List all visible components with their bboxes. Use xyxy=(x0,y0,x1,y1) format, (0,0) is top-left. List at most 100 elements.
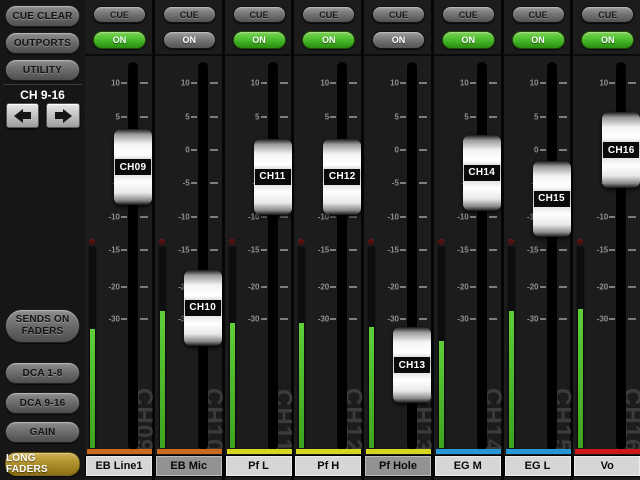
fader-tick-right xyxy=(419,318,427,320)
fader-tick-left xyxy=(330,82,336,84)
fader-track[interactable] xyxy=(268,62,278,450)
on-button[interactable]: ON xyxy=(233,31,286,49)
sidebar-divider xyxy=(3,84,82,85)
fader-cap[interactable]: CH11 xyxy=(254,139,292,215)
cue-button[interactable]: CUE xyxy=(93,6,146,23)
fader-cap[interactable]: CH09 xyxy=(114,129,152,205)
long-faders-button[interactable]: LONG FADERS xyxy=(5,452,80,476)
fader-tick-right xyxy=(210,116,218,118)
fader-tick-right xyxy=(210,82,218,84)
cue-button[interactable]: CUE xyxy=(233,6,286,23)
on-button[interactable]: ON xyxy=(302,31,355,49)
bank-next-button[interactable] xyxy=(46,103,80,128)
fader-tick-left xyxy=(121,216,127,218)
fader-scale-label: 10 xyxy=(581,78,608,87)
cue-button[interactable]: CUE xyxy=(512,6,565,23)
fader-cap-label: CH11 xyxy=(255,169,291,185)
fader-track[interactable] xyxy=(337,62,347,450)
fader-tick-left xyxy=(400,182,406,184)
fader-scale-label: -15 xyxy=(372,246,399,255)
fader-scale-label: 0 xyxy=(512,146,539,155)
fader-scale-label: -15 xyxy=(233,246,260,255)
clip-indicator xyxy=(508,239,514,245)
on-button[interactable]: ON xyxy=(93,31,146,49)
cue-button[interactable]: CUE xyxy=(442,6,495,23)
fader-cap[interactable]: CH15 xyxy=(533,161,571,237)
channel-name[interactable]: Pf H xyxy=(295,456,361,476)
fader-tick-right xyxy=(210,249,218,251)
level-meter xyxy=(159,247,166,448)
outports-button[interactable]: OUTPORTS xyxy=(5,32,80,54)
fader-tick-right xyxy=(280,82,288,84)
fader-cap[interactable]: CH14 xyxy=(463,135,501,211)
channel-name[interactable]: Pf Hole xyxy=(365,456,431,476)
fader-tick-left xyxy=(400,82,406,84)
fader-scale-label: -20 xyxy=(372,283,399,292)
fader-tick-left xyxy=(261,249,267,251)
fader-tick-left xyxy=(540,318,546,320)
gain-button[interactable]: GAIN xyxy=(5,421,80,443)
dca-9-16-button[interactable]: DCA 9-16 xyxy=(5,392,80,414)
fader-tick-right xyxy=(349,249,357,251)
fader-tick-right xyxy=(628,216,636,218)
on-button[interactable]: ON xyxy=(163,31,216,49)
channel-color-bar xyxy=(87,449,152,454)
fader-cap-label: CH10 xyxy=(185,300,221,316)
fader-scale-label: -30 xyxy=(442,314,469,323)
fader-tick-right xyxy=(489,286,497,288)
on-button[interactable]: ON xyxy=(372,31,425,49)
channel-name[interactable]: EB Mic xyxy=(156,456,222,476)
fader-tick-right xyxy=(210,149,218,151)
fader-tick-right xyxy=(140,249,148,251)
utility-button[interactable]: UTILITY xyxy=(5,59,80,81)
fader-cap[interactable]: CH12 xyxy=(323,139,361,215)
fader-scale-label: -10 xyxy=(581,212,608,221)
channel-name[interactable]: Pf L xyxy=(226,456,292,476)
fader-scale-label: -20 xyxy=(442,283,469,292)
channel-name[interactable]: Vo xyxy=(574,456,640,476)
fader-tick-right xyxy=(628,318,636,320)
fader-scale-label: -10 xyxy=(163,212,190,221)
fader-tick-right xyxy=(419,149,427,151)
fader-track[interactable] xyxy=(128,62,138,450)
fader-track[interactable] xyxy=(198,62,208,450)
clip-indicator xyxy=(438,239,444,245)
on-button[interactable]: ON xyxy=(581,31,634,49)
sends-on-faders-button[interactable]: SENDS ON FADERS xyxy=(5,309,80,343)
channel-name[interactable]: EG M xyxy=(435,456,501,476)
channel-strip: CUEONCH121050-5-10-15-20-30CH12Pf H xyxy=(294,0,364,480)
fader-tick-right xyxy=(280,286,288,288)
channel-name[interactable]: EB Line1 xyxy=(86,456,152,476)
bank-label: CH 9-16 xyxy=(0,88,85,102)
on-button[interactable]: ON xyxy=(442,31,495,49)
fader-tick-left xyxy=(540,82,546,84)
fader-track[interactable] xyxy=(547,62,557,450)
fader-scale-label: 10 xyxy=(302,78,329,87)
bank-prev-button[interactable] xyxy=(6,103,39,128)
fader-scale-label: 10 xyxy=(233,78,260,87)
fader-cap[interactable]: CH16 xyxy=(602,112,640,188)
level-meter-fill xyxy=(90,329,95,448)
level-meter-fill xyxy=(299,323,304,448)
fader-scale-label: 5 xyxy=(163,113,190,122)
fader-cap[interactable]: CH13 xyxy=(393,327,431,403)
fader-cap[interactable]: CH10 xyxy=(184,270,222,346)
fader-track[interactable] xyxy=(477,62,487,450)
cue-button[interactable]: CUE xyxy=(302,6,355,23)
cue-clear-button[interactable]: CUE CLEAR xyxy=(5,5,80,27)
channel-name[interactable]: EG L xyxy=(505,456,571,476)
level-meter-fill xyxy=(439,341,444,448)
dca-1-8-button[interactable]: DCA 1-8 xyxy=(5,362,80,384)
cue-button[interactable]: CUE xyxy=(372,6,425,23)
cue-button[interactable]: CUE xyxy=(581,6,634,23)
fader-scale-label: -30 xyxy=(302,314,329,323)
fader-cap-label: CH12 xyxy=(324,169,360,185)
fader-scale-label: -30 xyxy=(581,314,608,323)
fader-tick-left xyxy=(400,216,406,218)
fader-scale-label: 5 xyxy=(442,113,469,122)
fader-tick-left xyxy=(400,149,406,151)
on-button[interactable]: ON xyxy=(512,31,565,49)
cue-button[interactable]: CUE xyxy=(163,6,216,23)
fader-tick-left xyxy=(121,318,127,320)
fader-tick-right xyxy=(419,286,427,288)
